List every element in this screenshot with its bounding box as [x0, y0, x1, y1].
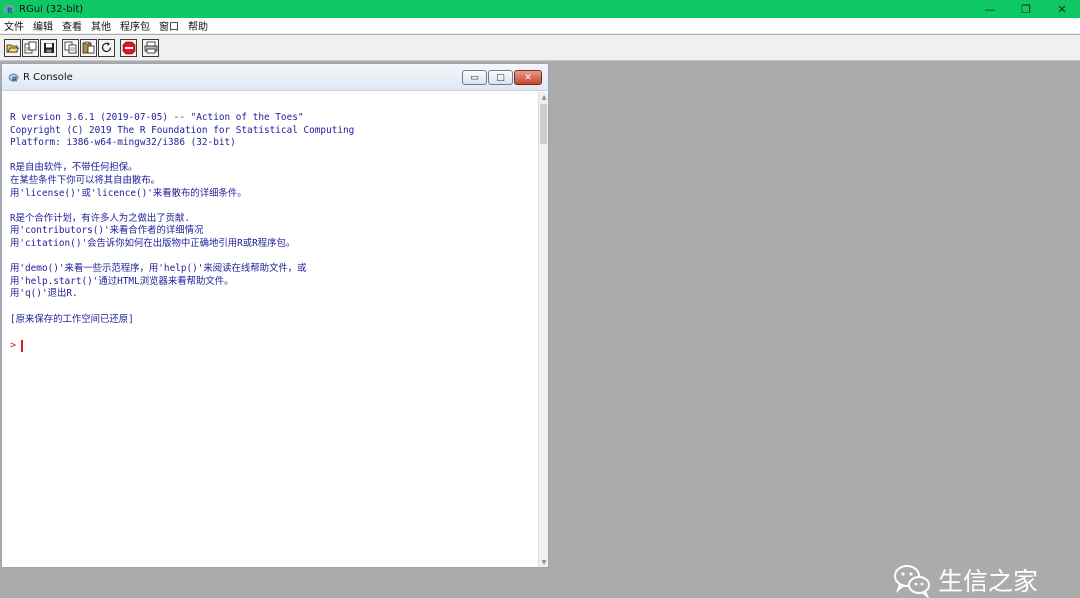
r-logo-icon: R [3, 4, 15, 16]
menu-misc[interactable]: 其他 [91, 18, 111, 33]
menu-bar: 文件 编辑 查看 其他 程序包 窗口 帮助 [0, 18, 1080, 34]
console-minimize-button[interactable]: ▭ [462, 70, 487, 85]
console-line: 用'contributors()'来看合作者的详细情况 [10, 225, 204, 237]
save-disk-icon [43, 42, 54, 53]
restore-button[interactable]: ❐ [1008, 0, 1044, 18]
prompt-symbol: > [10, 340, 17, 352]
mdi-workspace: R R Console ▭ □ ✕ R version 3.6.1 (2019-… [0, 62, 1080, 598]
toolbar [0, 35, 1080, 61]
console-maximize-button[interactable]: □ [488, 70, 513, 85]
console-title-bar[interactable]: R R Console ▭ □ ✕ [2, 64, 548, 91]
console-line: Copyright (C) 2019 The R Foundation for … [10, 124, 355, 136]
scroll-thumb[interactable] [540, 104, 547, 144]
watermark-text: 生信之家 [938, 567, 1039, 596]
menu-packages[interactable]: 程序包 [120, 18, 150, 33]
printer-icon [144, 41, 157, 54]
open-folder-icon [6, 44, 19, 52]
menu-edit[interactable]: 编辑 [33, 18, 53, 33]
console-scrollbar[interactable]: ▲ ▼ [538, 92, 548, 567]
stop-icon [122, 41, 135, 54]
console-close-button[interactable]: ✕ [514, 70, 542, 85]
console-line: R是个合作计划，有许多人为之做出了贡献. [10, 212, 191, 224]
console-line: 在某些条件下你可以将其自由散布。 [10, 174, 161, 186]
menu-file[interactable]: 文件 [4, 18, 24, 33]
console-title: R Console [23, 71, 73, 83]
menu-view[interactable]: 查看 [62, 18, 82, 33]
paste-button[interactable] [80, 38, 97, 57]
r-logo-icon: R [8, 72, 19, 83]
refresh-icon [101, 42, 112, 53]
minimize-button[interactable]: — [972, 0, 1008, 18]
wechat-icon [894, 565, 930, 598]
load-workspace-icon [24, 41, 37, 54]
console-line: 用'demo()'来看一些示范程序，用'help()'来阅读在线帮助文件，或 [10, 263, 307, 275]
copy-paste-button[interactable] [98, 38, 115, 57]
copy-button[interactable] [62, 38, 79, 57]
console-prompt-line[interactable]: > [10, 339, 540, 353]
text-cursor [21, 339, 24, 352]
console-window-controls: ▭ □ ✕ [461, 70, 542, 85]
watermark: 生信之家 [892, 562, 1038, 598]
window-controls: — ❐ ✕ [972, 0, 1080, 18]
console-line: [原来保存的工作空间已还原] [10, 313, 134, 325]
console-line: 用'q()'退出R. [10, 288, 78, 300]
console-line: R version 3.6.1 (2019-07-05) -- "Action … [10, 112, 304, 123]
scroll-up-icon[interactable]: ▲ [539, 92, 549, 102]
console-output[interactable]: R version 3.6.1 (2019-07-05) -- "Action … [2, 92, 540, 567]
save-workspace-button[interactable] [40, 38, 57, 57]
scroll-down-icon[interactable]: ▼ [539, 557, 549, 567]
r-console-window[interactable]: R R Console ▭ □ ✕ R version 3.6.1 (2019-… [1, 63, 549, 568]
console-line: 用'citation()'会告诉你如何在出版物中正确地引用R或R程序包。 [10, 237, 296, 249]
console-line: Platform: i386-w64-mingw32/i386 (32-bit) [10, 137, 236, 149]
paste-icon [82, 41, 95, 54]
copy-icon [64, 41, 77, 54]
print-button[interactable] [142, 38, 159, 57]
svg-text:R: R [12, 74, 18, 82]
console-line: R是自由软件，不带任何担保。 [10, 162, 138, 174]
console-line: 用'help.start()'通过HTML浏览器来看帮助文件。 [10, 275, 234, 287]
stop-button[interactable] [120, 38, 137, 57]
close-button[interactable]: ✕ [1044, 0, 1080, 18]
open-script-button[interactable] [4, 38, 21, 57]
svg-text:R: R [7, 7, 13, 16]
load-workspace-button[interactable] [22, 38, 39, 57]
menu-help[interactable]: 帮助 [188, 18, 208, 33]
title-bar: R RGui (32-bit) — ❐ ✕ [0, 0, 1080, 18]
window-title: RGui (32-bit) [19, 3, 84, 15]
menu-windows[interactable]: 窗口 [159, 18, 179, 33]
console-line: 用'license()'或'licence()'来看散布的详细条件。 [10, 187, 247, 199]
